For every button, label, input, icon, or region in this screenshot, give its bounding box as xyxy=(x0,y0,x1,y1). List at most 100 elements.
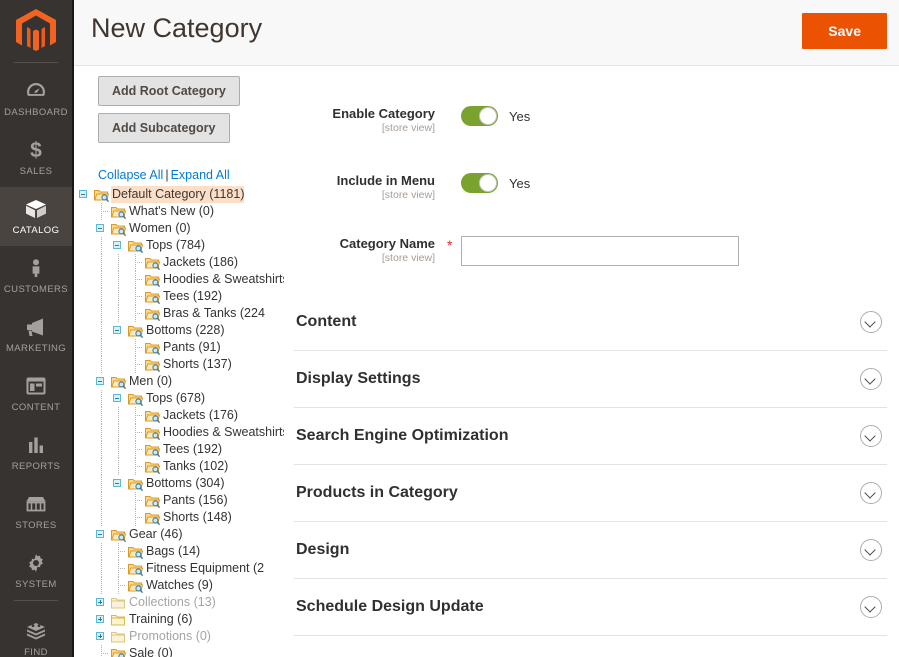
tree-node[interactable]: Gear (46) xyxy=(76,526,284,543)
storefront-icon xyxy=(2,491,70,517)
add-root-category-button[interactable]: Add Root Category xyxy=(98,76,240,106)
sidebar-item-content[interactable]: CONTENT xyxy=(0,364,72,423)
tree-node[interactable]: Tops (784) xyxy=(76,237,284,254)
tree-guide xyxy=(93,254,110,271)
folder-search-icon xyxy=(127,475,145,492)
tree-node[interactable]: Pants (91) xyxy=(76,339,284,356)
expand-all-link[interactable]: Expand All xyxy=(171,168,230,182)
chevron-down-icon[interactable] xyxy=(860,539,882,561)
tree-node[interactable]: Pants (156) xyxy=(76,492,284,509)
tree-elbow xyxy=(127,271,144,288)
tree-node-label: Tees (192) xyxy=(163,442,223,456)
tree-collapse-icon[interactable] xyxy=(110,390,127,407)
chevron-down-icon[interactable] xyxy=(860,596,882,618)
tree-guide xyxy=(76,458,93,475)
tree-node[interactable]: What's New (0) xyxy=(76,203,284,220)
add-subcategory-button[interactable]: Add Subcategory xyxy=(98,113,230,143)
sidebar-item-find-partners-extensions[interactable]: FIND PARTNERS& EXTENSIONS xyxy=(0,609,72,657)
tree-collapse-icon[interactable] xyxy=(110,322,127,339)
section-design[interactable]: Design xyxy=(294,522,887,579)
chevron-down-icon[interactable] xyxy=(860,311,882,333)
tree-node[interactable]: Watches (9) xyxy=(76,577,284,594)
save-button[interactable]: Save xyxy=(802,13,887,49)
tree-node[interactable]: Bottoms (228) xyxy=(76,322,284,339)
tree-node[interactable]: Shorts (148) xyxy=(76,509,284,526)
tree-node[interactable]: Hoodies & Sweatshirts (1 xyxy=(76,424,284,441)
tree-node[interactable]: Training (6) xyxy=(76,611,284,628)
tree-collapse-icon[interactable] xyxy=(110,475,127,492)
tree-node[interactable]: Tanks (102) xyxy=(76,458,284,475)
tree-node[interactable]: Collections (13) xyxy=(76,594,284,611)
tree-node-label: Bags (14) xyxy=(146,544,201,558)
tree-guide xyxy=(93,475,110,492)
tree-node-label: Jackets (176) xyxy=(163,408,239,422)
sidebar-item-customers[interactable]: CUSTOMERS xyxy=(0,246,72,305)
chevron-down-icon[interactable] xyxy=(860,368,882,390)
tree-expand-icon[interactable] xyxy=(93,628,110,645)
tree-guide xyxy=(76,305,93,322)
collapse-all-link[interactable]: Collapse All xyxy=(98,168,163,182)
toggle-value-label: Yes xyxy=(509,108,531,124)
field-scope-text: [store view] xyxy=(381,252,435,264)
tree-collapse-icon[interactable] xyxy=(93,526,110,543)
tree-node[interactable]: Jackets (176) xyxy=(76,407,284,424)
section-products-in-category[interactable]: Products in Category xyxy=(294,465,887,522)
tree-node[interactable]: Bottoms (304) xyxy=(76,475,284,492)
tree-collapse-icon[interactable] xyxy=(93,220,110,237)
tree-collapse-icon[interactable] xyxy=(93,373,110,390)
folder-search-icon xyxy=(144,407,162,424)
field-scope-text: [store view] xyxy=(381,122,435,134)
magento-logo-icon xyxy=(16,9,56,51)
sidebar-item-sales[interactable]: $ SALES xyxy=(0,128,72,187)
section-title: Display Settings xyxy=(296,370,421,387)
tree-node-label: What's New (0) xyxy=(129,204,215,218)
tree-node[interactable]: Default Category (1181) xyxy=(76,186,284,203)
section-content[interactable]: Content xyxy=(294,294,887,351)
tree-guide xyxy=(110,424,127,441)
tree-guide xyxy=(93,424,110,441)
sidebar-item-marketing[interactable]: MARKETING xyxy=(0,305,72,364)
category-name-input[interactable] xyxy=(461,236,739,266)
tree-guide xyxy=(110,407,127,424)
tree-expand-icon[interactable] xyxy=(93,611,110,628)
tree-expand-icon[interactable] xyxy=(93,594,110,611)
sidebar-item-catalog[interactable]: CATALOG xyxy=(0,187,72,246)
sidebar-item-label: CUSTOMERS xyxy=(3,284,69,295)
tree-node[interactable]: Hoodies & Sweatshirts (1 xyxy=(76,271,284,288)
tree-node[interactable]: Men (0) xyxy=(76,373,284,390)
toggle-switch[interactable] xyxy=(461,173,498,193)
tree-node[interactable]: Shorts (137) xyxy=(76,356,284,373)
chevron-down-icon[interactable] xyxy=(860,482,882,504)
sidebar-item-dashboard[interactable]: DASHBOARD xyxy=(0,69,72,128)
tree-node-label: Tops (678) xyxy=(146,391,206,405)
tree-guide xyxy=(93,407,110,424)
tree-node[interactable]: Bras & Tanks (224 xyxy=(76,305,284,322)
category-form-fields: Enable Category [store view] Yes Include in… xyxy=(284,106,899,266)
magento-logo[interactable] xyxy=(0,0,72,62)
tree-node[interactable]: Jackets (186) xyxy=(76,254,284,271)
tree-collapse-icon[interactable] xyxy=(110,237,127,254)
toggle-switch[interactable] xyxy=(461,106,498,126)
section-schedule-design-update[interactable]: Schedule Design Update xyxy=(294,579,887,636)
chevron-down-icon[interactable] xyxy=(860,425,882,447)
category-tree-panel: Add Root Category Add Subcategory Collap… xyxy=(76,66,284,657)
tree-node[interactable]: Fitness Equipment (2 xyxy=(76,560,284,577)
tree-node[interactable]: Tees (192) xyxy=(76,441,284,458)
sidebar-item-stores[interactable]: STORES xyxy=(0,482,72,541)
section-display-settings[interactable]: Display Settings xyxy=(294,351,887,408)
tree-node[interactable]: Bags (14) xyxy=(76,543,284,560)
tree-collapse-icon[interactable] xyxy=(76,186,93,203)
tree-node[interactable]: Tops (678) xyxy=(76,390,284,407)
tree-node[interactable]: Tees (192) xyxy=(76,288,284,305)
section-search-engine-optimization[interactable]: Search Engine Optimization xyxy=(294,408,887,465)
sidebar-item-system[interactable]: SYSTEM xyxy=(0,541,72,600)
tree-node[interactable]: Sale (0) xyxy=(76,645,284,657)
tree-guide xyxy=(76,322,93,339)
toggle-value-label: Yes xyxy=(509,175,531,191)
tree-guide xyxy=(93,390,110,407)
tree-node[interactable]: Promotions (0) xyxy=(76,628,284,645)
folder-search-icon xyxy=(127,237,145,254)
tree-node[interactable]: Women (0) xyxy=(76,220,284,237)
sidebar-item-label: SYSTEM xyxy=(15,579,57,590)
sidebar-item-reports[interactable]: REPORTS xyxy=(0,423,72,482)
